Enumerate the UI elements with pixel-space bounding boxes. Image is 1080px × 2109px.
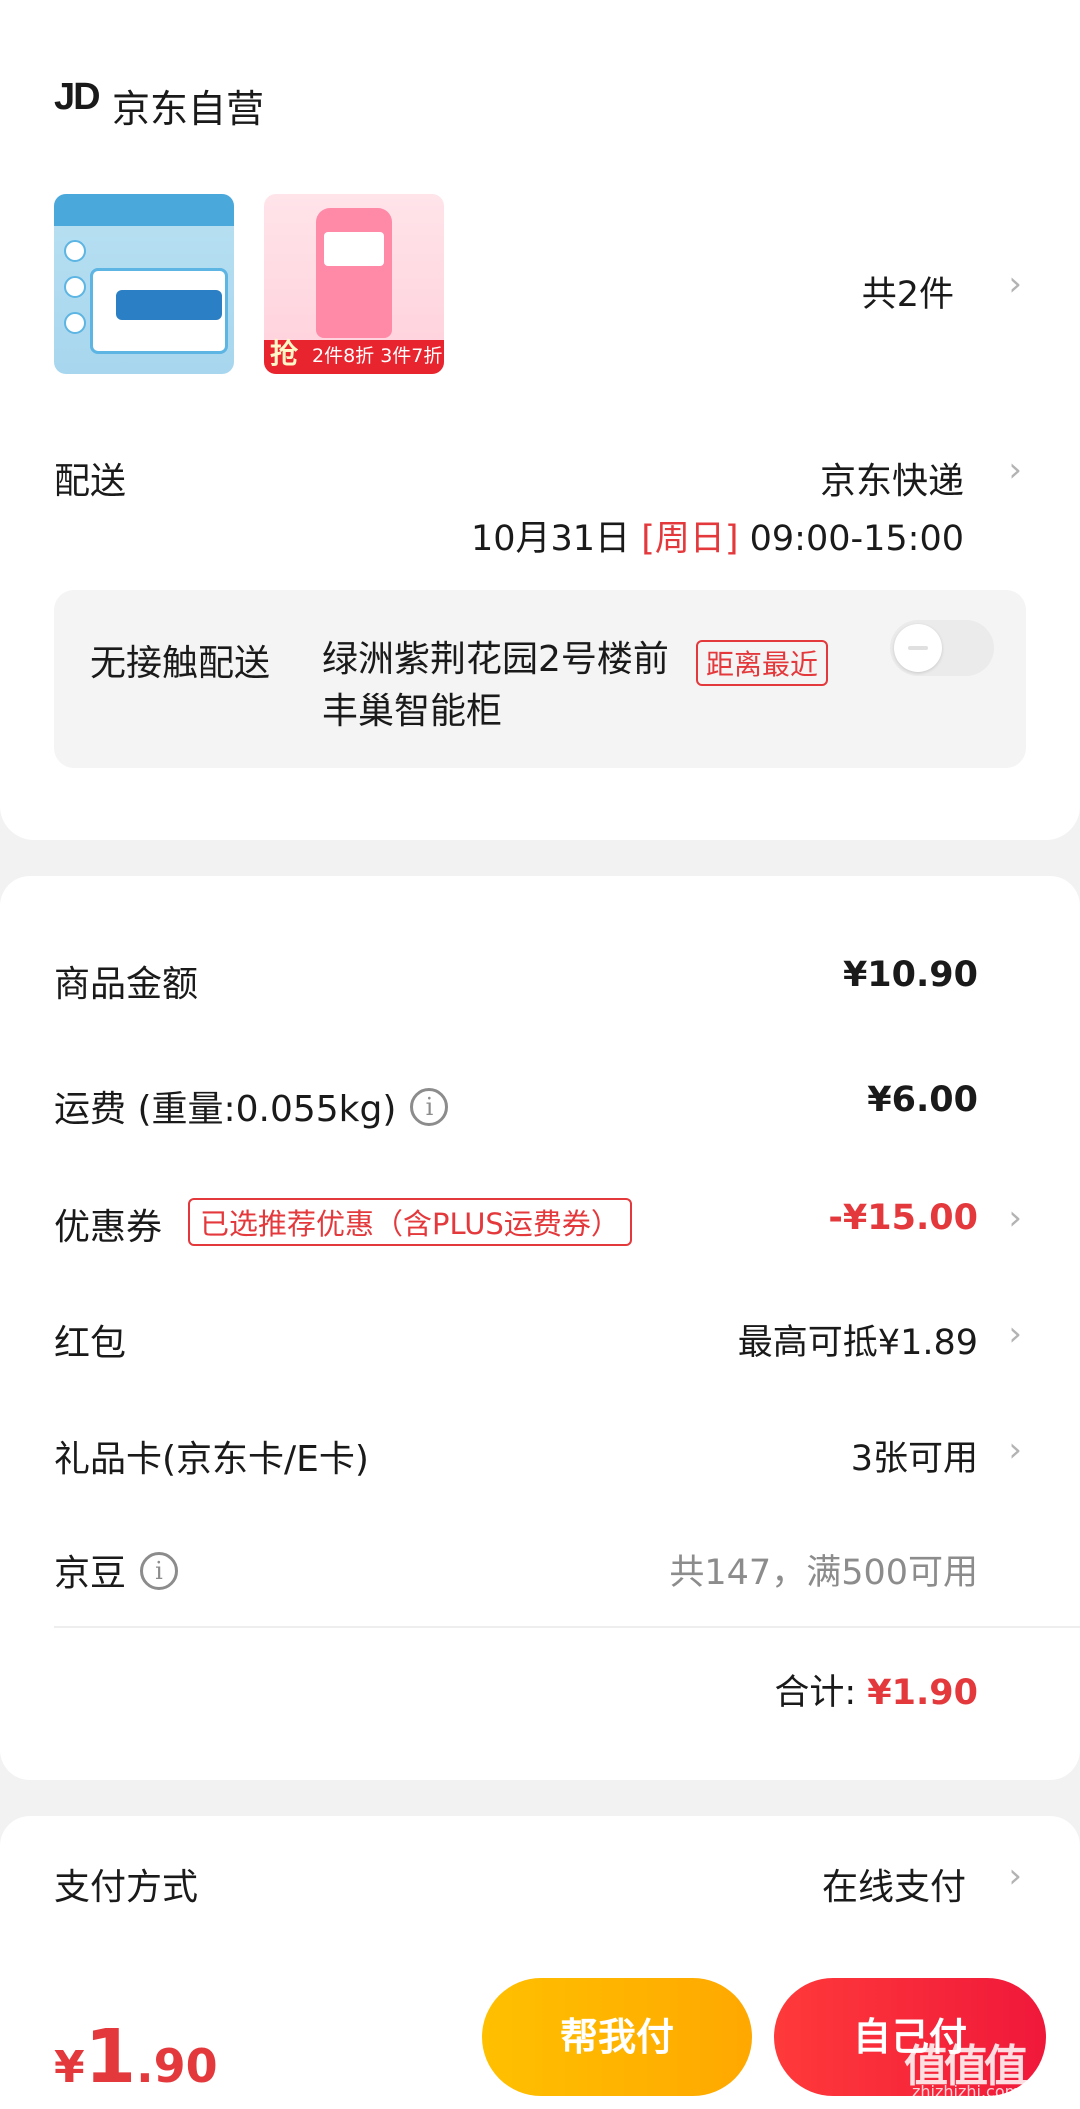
red-packet-value[interactable]: 最高可抵¥1.89 [738,1314,978,1365]
chevron-right-icon[interactable]: › [1008,1198,1022,1238]
product-count[interactable]: 共2件 [862,266,954,317]
store-name: 京东自营 [112,87,265,131]
thumb-banner [54,194,234,226]
total-integer: 1 [84,2014,137,2100]
gift-card-label: 礼品卡(京东卡/E卡) [54,1439,369,1480]
chevron-right-icon[interactable]: › [1008,264,1022,304]
red-packet-label: 红包 [54,1323,127,1364]
thumb-tag [116,290,222,320]
contactless-delivery-label: 无接触配送 [90,643,271,684]
chevron-right-icon[interactable]: › [1008,1856,1022,1896]
coupon-recommend-tag[interactable]: 已选推荐优惠（含PLUS运费券） [188,1198,632,1246]
handwash-label [324,232,384,266]
total-value: ¥1.90 [867,1673,978,1713]
product-thumbnail-handwash[interactable]: 抢 2件8折 3件7折 [264,194,444,374]
delivery-time[interactable]: 10月31日 [周日] 09:00-15:00 [471,510,964,561]
delivery-weekday: [周日] [641,519,739,559]
chevron-right-icon[interactable]: › [1008,1314,1022,1354]
delivery-window: 09:00-15:00 [749,519,964,559]
info-icon[interactable]: i [140,1552,179,1590]
divider [54,1626,1080,1628]
gift-card-value[interactable]: 3张可用 [851,1430,978,1481]
jingdou-label: 京豆 [54,1553,127,1594]
jingdou-row: 京豆 i [54,1544,179,1596]
total-row: 合计: ¥1.90 [774,1664,978,1715]
product-thumbnail-tissue[interactable] [54,194,234,374]
shipping-fee-label: 运费 (重量:0.055kg) [54,1089,397,1130]
delivery-method[interactable]: 京东快递 [820,452,964,504]
contactless-delivery-box: 无接触配送 绿洲紫荆花园2号楼前丰巢智能柜 距离最近 [54,590,1026,768]
total-label: 合计: [774,1673,857,1713]
total-decimal: .90 [136,2039,218,2093]
thumb-feature-icon [64,276,86,298]
toggle-knob [894,624,942,672]
handwash-bottle-image [316,208,392,338]
bottom-total-price: ¥1.90 [54,2014,218,2100]
delivery-label: 配送 [54,461,127,502]
watermark-url: zhizhizhi.com [912,2082,1021,2101]
coupon-value[interactable]: -¥15.00 [828,1198,978,1238]
info-icon[interactable]: i [410,1088,449,1126]
promo-text: 2件8折 3件7折 [312,345,443,367]
goods-amount-label: 商品金额 [54,964,199,1005]
contactless-delivery-toggle[interactable] [890,620,994,676]
locker-address: 绿洲紫荆花园2号楼前丰巢智能柜 [322,639,669,732]
chevron-right-icon[interactable]: › [1008,450,1022,490]
thumb-feature-icon [64,240,86,262]
goods-amount-value: ¥10.90 [842,955,978,995]
coupon-label: 优惠券 [54,1207,163,1248]
payment-method-label: 支付方式 [54,1867,199,1908]
shipping-fee-row: 运费 (重量:0.055kg) i [54,1080,449,1132]
payment-method-value[interactable]: 在线支付 [822,1858,966,1910]
delivery-date: 10月31日 [470,519,631,559]
nearest-badge: 距离最近 [696,640,829,686]
currency-symbol: ¥ [54,2042,85,2093]
shipping-fee-value: ¥6.00 [867,1080,978,1120]
grab-badge: 抢 [270,337,299,370]
jingdou-value: 共147，满500可用 [669,1553,978,1593]
jd-logo: JD [54,76,101,118]
thumb-feature-icon [64,312,86,334]
chevron-right-icon[interactable]: › [1008,1430,1022,1470]
help-me-pay-button[interactable]: 帮我付 [482,1978,752,2096]
order-store-card: JD 京东自营 抢 2件8折 3件7折 共2件 › 配送 京东快递 › 10月3… [0,0,1080,840]
